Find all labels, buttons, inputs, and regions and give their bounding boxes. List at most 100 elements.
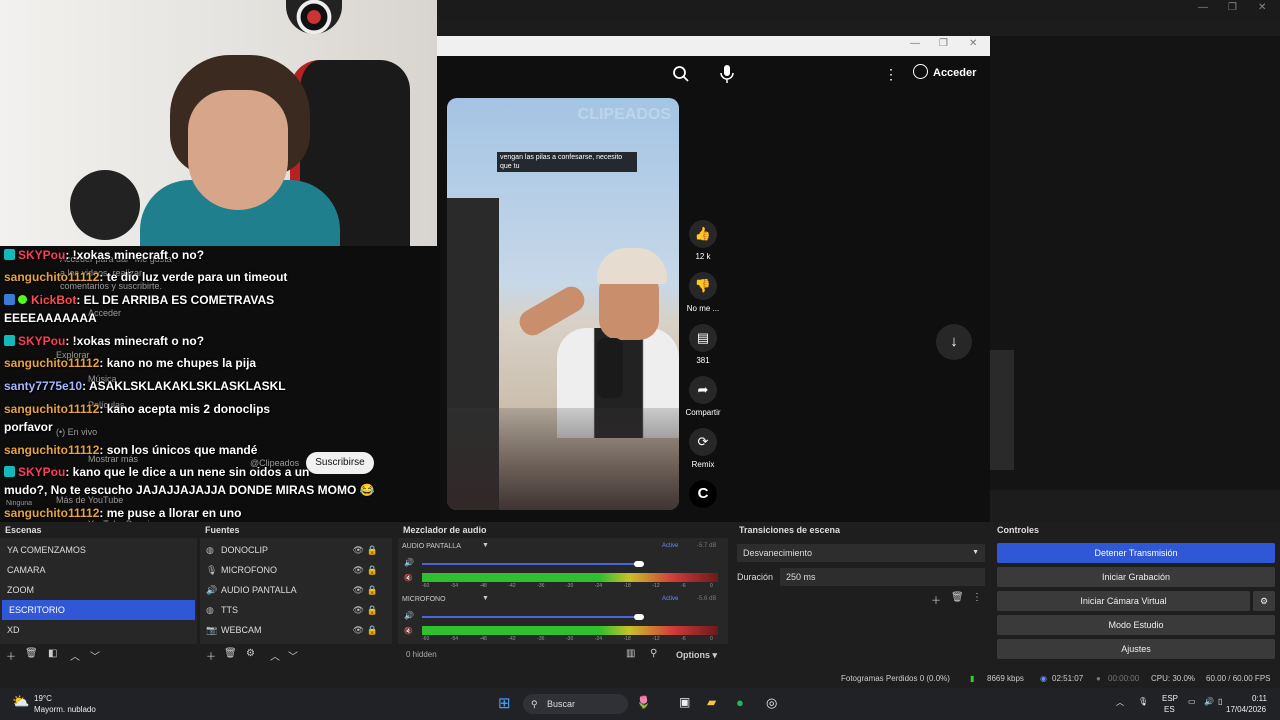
clock-time[interactable]: 0:11 [1252,694,1267,703]
virtual-camera-settings-button[interactable]: ⚙ [1253,591,1275,611]
source-item[interactable]: ◍ TTS 👁 🔒 [200,600,390,620]
mixer-track-1-menu-icon[interactable]: ▼ [482,542,489,549]
mixer-tick-label: -12 [652,583,660,589]
source-item[interactable]: 🎙 MICROFONO 👁 🔒 [200,560,390,580]
weather-temp[interactable]: 19°C [34,694,52,703]
lock-icon[interactable]: 🔒 [367,580,378,600]
lock-icon[interactable]: 🔒 [367,560,378,580]
globe-icon: ◍ [206,545,214,555]
obs-icon[interactable]: ◎ [766,695,777,711]
add-scene-button[interactable]: ＋ [6,648,16,663]
visibility-eye-icon[interactable]: 👁 [353,620,364,640]
channel-logo-icon: C [689,480,717,508]
subscribe-button[interactable]: Suscribirse [306,452,374,474]
mixer-tick-label: -18 [623,636,631,642]
source-down-button[interactable]: ﹀ [288,648,298,663]
channel-avatar[interactable]: C [673,480,733,512]
minimize-icon[interactable]: — [1198,2,1208,13]
scene-down-button[interactable]: ﹀ [90,648,100,663]
scene-up-button[interactable]: ︿ [70,648,80,663]
spotify-icon[interactable]: ● [736,695,744,710]
weather-desc[interactable]: Mayorm. nublado [34,705,96,714]
chat-badge-icon [4,466,15,477]
transition-menu-button[interactable]: ⋮ [972,592,982,603]
visibility-eye-icon[interactable]: 👁 [353,560,364,580]
lock-icon[interactable]: 🔒 [367,600,378,620]
add-source-button[interactable]: ＋ [206,648,216,663]
visibility-eye-icon[interactable]: 👁 [353,540,364,560]
source-properties-button[interactable]: ⚙ [246,648,255,659]
file-explorer-icon[interactable]: ▰ [707,695,716,709]
source-item[interactable]: 🔊 AUDIO PANTALLA 👁 🔒 [200,580,390,600]
mixer-options-button[interactable]: Options ▾ [676,650,717,661]
mixer-track-2-mute-icon[interactable]: 🔇 [404,627,413,635]
settings-button[interactable]: Ajustes [997,639,1275,659]
browser-close-icon[interactable]: ✕ [969,38,977,49]
volume-icon[interactable]: 🔊 [1204,697,1214,706]
scene-item[interactable]: CAMARA [0,560,196,580]
source-name: MICROFONO [221,565,277,575]
clock-date[interactable]: 17/04/2026 [1226,705,1266,714]
task-view-icon[interactable]: ▣ [679,695,690,709]
start-recording-button[interactable]: Iniciar Grabación [997,567,1275,587]
like-button[interactable]: 👍 12 k [673,220,733,261]
mixer-track-2-volume-slider[interactable] [422,616,644,618]
maximize-icon[interactable]: ❐ [1228,2,1237,13]
mixer-track-1-volume-slider[interactable] [422,563,644,565]
mixer-track-2-menu-icon[interactable]: ▼ [482,595,489,602]
tray-expand-icon[interactable]: ︿ [1116,697,1124,708]
mixer-track-2-volume-knob[interactable] [633,614,644,620]
remove-scene-button[interactable]: 🗑 [25,648,38,659]
more-options-icon[interactable]: ⋮ [884,66,898,83]
browser-maximize-icon[interactable]: ❐ [939,38,948,49]
share-button[interactable]: ➦ Compartir [673,376,733,417]
studio-mode-button[interactable]: Modo Estudio [997,615,1275,635]
scene-filter-button[interactable]: ◧ [48,648,57,659]
mixer-layout-icon[interactable]: ▥ [626,648,635,659]
mixer-advanced-icon[interactable]: ⚲ [650,648,657,659]
tray-mic-icon[interactable]: 🎙 [1138,697,1148,706]
battery-icon[interactable]: ▯ [1218,697,1222,706]
network-icon[interactable]: ▭ [1188,697,1196,706]
remix-button[interactable]: ⟳ Remix [673,428,733,469]
speaker-icon[interactable]: 🔊 [404,558,414,567]
voice-search-icon[interactable] [719,64,735,84]
language-bottom[interactable]: ES [1164,705,1175,714]
lock-icon[interactable]: 🔒 [367,540,378,560]
visibility-eye-icon[interactable]: 👁 [353,600,364,620]
language-top[interactable]: ESP [1162,694,1178,703]
search-icon[interactable] [672,65,690,83]
transition-select[interactable]: Desvanecimiento ▼ [737,544,985,562]
mixer-track-1-volume-knob[interactable] [633,561,644,567]
shorts-video[interactable]: CLIPEADOS vengan las pilas a confesarse,… [447,98,679,510]
widgets-icon[interactable]: 🌷 [636,695,651,709]
browser-minimize-icon[interactable]: — [910,38,920,49]
weather-icon[interactable]: ⛅ [12,693,29,710]
virtual-camera-button[interactable]: Iniciar Cámara Virtual [997,591,1250,611]
scene-item[interactable]: YA COMENZAMOS [0,540,196,560]
visibility-eye-icon[interactable]: 👁 [353,580,364,600]
windows-start-icon[interactable]: ⊞ [498,694,511,712]
scene-item[interactable]: XD [0,620,196,640]
login-button[interactable]: Acceder [913,64,976,79]
source-up-button[interactable]: ︿ [270,648,280,663]
comments-button[interactable]: ▤ 381 [673,324,733,365]
dislike-button[interactable]: 👎 No me ... [673,272,733,313]
browser-titlebar [437,36,990,56]
lock-icon[interactable]: 🔒 [367,620,378,640]
add-transition-button[interactable]: ＋ [931,592,941,607]
scene-item[interactable]: ZOOM [0,580,196,600]
chat-text: : !xokas minecraft o no? [65,334,205,348]
stop-stream-button[interactable]: Detener Transmisión [997,543,1275,563]
source-item[interactable]: ◍ DONOCLIP 👁 🔒 [200,540,390,560]
remove-transition-button[interactable]: 🗑 [951,592,964,603]
taskbar-search[interactable]: ⚲ Buscar [523,694,628,714]
duration-input[interactable]: 250 ms [780,568,985,586]
source-item[interactable]: 📷 WEBCAM 👁 🔒 [200,620,390,640]
remove-source-button[interactable]: 🗑 [224,648,237,659]
scene-item[interactable]: ESCRITORIO [2,600,195,620]
close-icon[interactable]: ✕ [1258,2,1266,13]
next-video-button[interactable]: ↓ [936,324,972,360]
speaker-icon[interactable]: 🔊 [404,611,414,620]
mixer-track-1-mute-icon[interactable]: 🔇 [404,574,413,582]
